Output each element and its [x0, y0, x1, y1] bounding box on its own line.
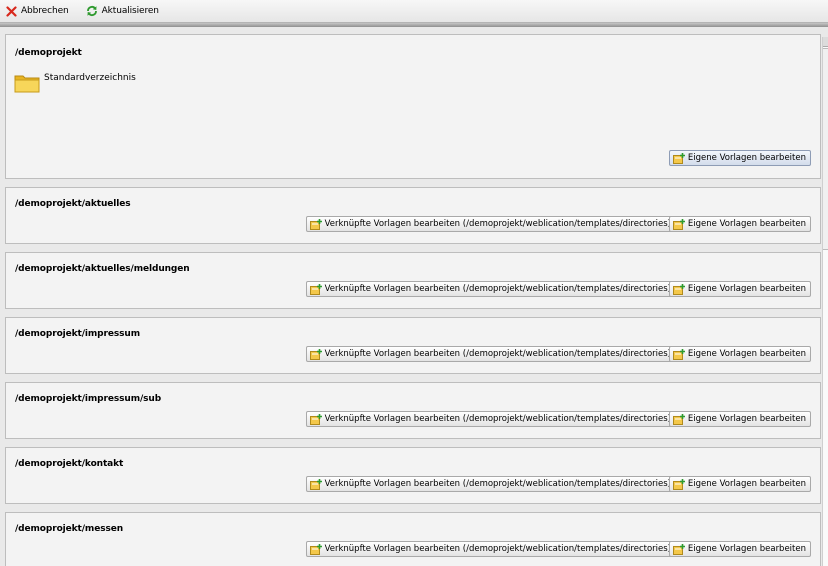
template-edit-icon: [672, 543, 685, 555]
own-templates-button[interactable]: Eigene Vorlagen bearbeiten: [668, 150, 811, 166]
template-edit-icon: [672, 283, 685, 295]
own-templates-label: Eigene Vorlagen bearbeiten: [687, 219, 806, 229]
toolbar: Abbrechen Aktualisieren: [0, 0, 828, 23]
template-edit-icon: [309, 283, 322, 295]
refresh-button[interactable]: Aktualisieren: [86, 1, 159, 21]
own-templates-button[interactable]: Eigene Vorlagen bearbeiten: [668, 216, 811, 232]
template-edit-icon: [672, 413, 685, 425]
own-templates-label: Eigene Vorlagen bearbeiten: [687, 153, 806, 163]
own-templates-button[interactable]: Eigene Vorlagen bearbeiten: [668, 346, 811, 362]
directory-panel: /demoprojekt/impressum/sub Verknüpfte Vo…: [5, 382, 821, 439]
linked-templates-label: Verknüpfte Vorlagen bearbeiten (/demopro…: [324, 219, 671, 229]
own-templates-label: Eigene Vorlagen bearbeiten: [687, 414, 806, 424]
directory-panel: /demoprojekt/aktuelles Verknüpfte Vorlag…: [5, 187, 821, 244]
linked-templates-label: Verknüpfte Vorlagen bearbeiten (/demopro…: [324, 349, 671, 359]
linked-templates-button[interactable]: Verknüpfte Vorlagen bearbeiten (/demopro…: [305, 216, 676, 232]
directory-path: /demoprojekt/kontakt: [15, 459, 124, 469]
directory-panel: /demoprojekt/aktuelles/meldungen Verknüp…: [5, 252, 821, 309]
template-edit-icon: [672, 218, 685, 230]
linked-templates-button[interactable]: Verknüpfte Vorlagen bearbeiten (/demopro…: [305, 476, 676, 492]
folder-icon: [14, 75, 40, 93]
template-edit-icon: [672, 478, 685, 490]
template-list: /demoprojekt Standardverzeichnis Eigene …: [0, 27, 822, 566]
own-templates-label: Eigene Vorlagen bearbeiten: [687, 349, 806, 359]
own-templates-label: Eigene Vorlagen bearbeiten: [687, 544, 806, 554]
root-directory-panel: /demoprojekt Standardverzeichnis Eigene …: [5, 34, 821, 179]
own-templates-button[interactable]: Eigene Vorlagen bearbeiten: [668, 476, 811, 492]
own-templates-button[interactable]: Eigene Vorlagen bearbeiten: [668, 411, 811, 427]
linked-templates-label: Verknüpfte Vorlagen bearbeiten (/demopro…: [324, 479, 671, 489]
own-templates-button[interactable]: Eigene Vorlagen bearbeiten: [668, 281, 811, 297]
directory-path: /demoprojekt/impressum: [15, 329, 140, 339]
scroll-up-arrow[interactable]: [823, 37, 828, 47]
own-templates-label: Eigene Vorlagen bearbeiten: [687, 479, 806, 489]
template-edit-icon: [672, 152, 685, 164]
linked-templates-button[interactable]: Verknüpfte Vorlagen bearbeiten (/demopro…: [305, 346, 676, 362]
linked-templates-button[interactable]: Verknüpfte Vorlagen bearbeiten (/demopro…: [305, 411, 676, 427]
refresh-label: Aktualisieren: [101, 6, 159, 16]
directory-path: /demoprojekt/impressum/sub: [15, 394, 162, 404]
folder-label: Standardverzeichnis: [44, 73, 136, 83]
cancel-label: Abbrechen: [21, 6, 69, 16]
vertical-scrollbar[interactable]: [822, 37, 828, 566]
directory-panel: /demoprojekt/messen Verknüpfte Vorlagen …: [5, 512, 821, 566]
directory-path: /demoprojekt/aktuelles: [15, 199, 131, 209]
template-edit-icon: [672, 348, 685, 360]
close-icon: [6, 5, 17, 17]
directory-path: /demoprojekt/aktuelles/meldungen: [15, 264, 190, 274]
directory-path: /demoprojekt/messen: [15, 524, 124, 534]
linked-templates-label: Verknüpfte Vorlagen bearbeiten (/demopro…: [324, 544, 671, 554]
directory-panel: /demoprojekt/kontakt Verknüpfte Vorlagen…: [5, 447, 821, 504]
template-edit-icon: [309, 348, 322, 360]
own-templates-button[interactable]: Eigene Vorlagen bearbeiten: [668, 541, 811, 557]
directory-path: /demoprojekt: [15, 48, 82, 58]
template-edit-icon: [309, 478, 322, 490]
own-templates-label: Eigene Vorlagen bearbeiten: [687, 284, 806, 294]
directory-panel: /demoprojekt/impressum Verknüpfte Vorlag…: [5, 317, 821, 374]
scroll-thumb[interactable]: [823, 48, 828, 250]
linked-templates-button[interactable]: Verknüpfte Vorlagen bearbeiten (/demopro…: [305, 281, 676, 297]
linked-templates-label: Verknüpfte Vorlagen bearbeiten (/demopro…: [324, 414, 671, 424]
template-edit-icon: [309, 543, 322, 555]
linked-templates-button[interactable]: Verknüpfte Vorlagen bearbeiten (/demopro…: [305, 541, 676, 557]
template-edit-icon: [309, 218, 322, 230]
linked-templates-label: Verknüpfte Vorlagen bearbeiten (/demopro…: [324, 284, 671, 294]
cancel-button[interactable]: Abbrechen: [6, 1, 69, 21]
refresh-icon: [86, 6, 97, 16]
template-edit-icon: [309, 413, 322, 425]
